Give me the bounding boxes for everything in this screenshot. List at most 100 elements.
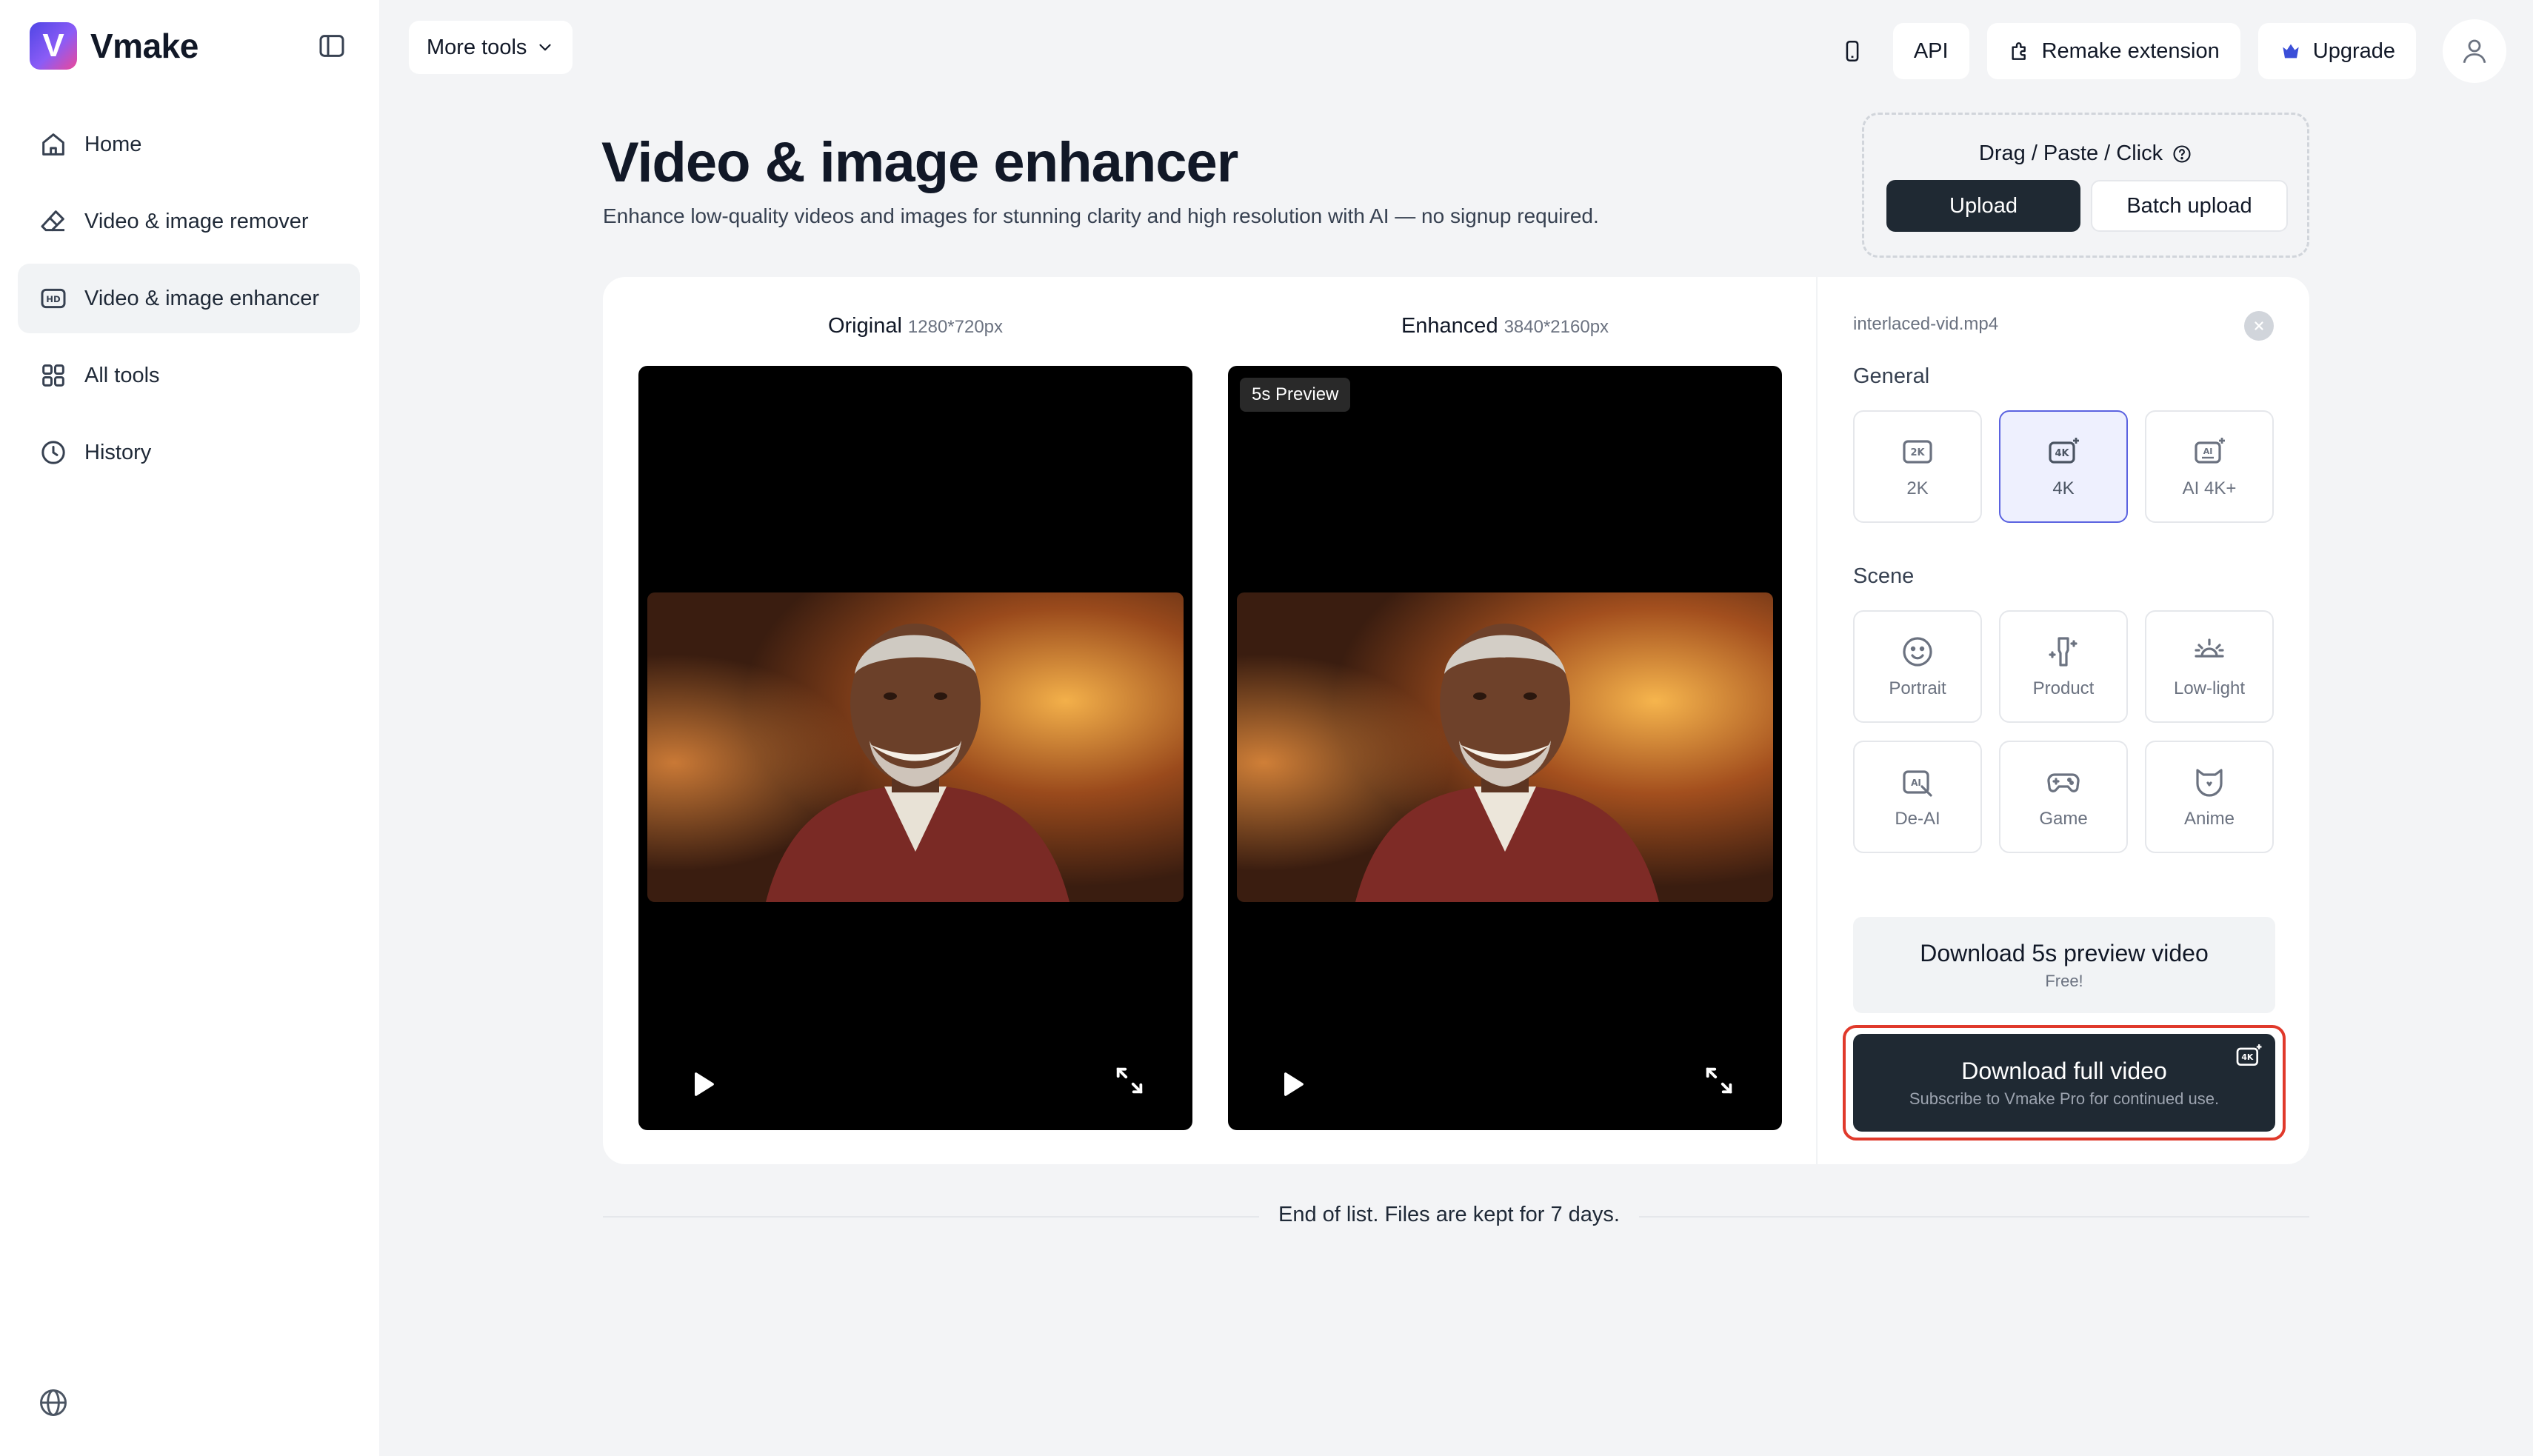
svg-text:AI: AI [1911,778,1921,788]
language-globe-icon[interactable] [37,1386,70,1419]
svg-text:AI: AI [2203,447,2213,456]
scene-game[interactable]: Game [1999,741,2128,853]
option-ai-4k-plus[interactable]: AI AI 4K+ [2145,410,2274,523]
fullscreen-icon[interactable] [1702,1063,1736,1098]
download-full-title: Download full video [1961,1057,2167,1084]
eraser-icon [39,207,68,236]
sidebar-item-label: Video & image remover [84,209,309,233]
ai-ultra-icon: AI [2192,434,2227,478]
sidebar-item-all-tools[interactable]: All tools [18,341,360,410]
sidebar-item-enhancer[interactable]: HD Video & image enhancer [18,264,360,333]
page-subtitle: Enhance low-quality videos and images fo… [603,204,1599,227]
preview-badge: 5s Preview [1240,378,1351,412]
download-preview-button[interactable]: Download 5s preview video Free! [1853,917,2275,1013]
api-button[interactable]: API [1892,23,1969,79]
chevron-down-icon [527,38,555,57]
sidebar-item-label: All tools [84,363,160,387]
svg-text:4K: 4K [2241,1052,2254,1062]
close-icon[interactable] [2244,311,2274,341]
scene-de-ai[interactable]: AI De-AI [1853,741,1982,853]
gamepad-icon [2046,764,2081,809]
download-full-subtitle: Subscribe to Vmake Pro for continued use… [1909,1089,2220,1108]
fullscreen-icon[interactable] [1112,1063,1147,1098]
sidebar-item-label: Video & image enhancer [84,286,320,310]
settings-panel: interlaced-vid.mp4 General 2K 2K 4K 4K A… [1816,277,2309,1164]
anime-icon [2192,764,2227,809]
brand[interactable]: V Vmake [30,22,198,70]
option-label: Game [2039,809,2088,829]
phone-icon [1840,36,1865,66]
batch-upload-button[interactable]: Batch upload [2091,180,2288,232]
original-video-player[interactable] [638,366,1192,1130]
play-icon[interactable] [1277,1069,1306,1099]
upload-button[interactable]: Upload [1886,180,2080,232]
original-label: Original [827,314,902,338]
grid-icon [39,361,68,390]
upload-dropzone[interactable]: Drag / Paste / Click Upload Batch upload [1862,113,2309,258]
sidebar-nav: Home Video & image remover HD Video & im… [18,110,360,495]
option-label: 4K [2052,478,2075,498]
option-label: AI 4K+ [2182,478,2237,498]
download-preview-subtitle: Free! [2045,971,2083,990]
page-title: Video & image enhancer [601,131,1238,194]
sidebar-toggle-icon[interactable] [317,31,347,61]
play-icon[interactable] [687,1069,717,1099]
drag-label: Drag / Paste / Click [1864,141,2307,166]
more-tools-dropdown[interactable]: More tools [409,21,573,74]
enhanced-video-frame [1237,592,1773,902]
sidebar-item-history[interactable]: History [18,418,360,487]
sidebar-item-label: Home [84,132,142,156]
user-avatar[interactable] [2443,19,2506,83]
brand-name: Vmake [90,27,198,65]
api-label: API [1913,39,1949,63]
product-icon [2046,634,2081,678]
remake-extension-label: Remake extension [2041,39,2220,63]
sidebar-item-remover[interactable]: Video & image remover [18,187,360,256]
home-icon [39,130,68,159]
sunrise-icon [2192,634,2227,678]
sidebar-item-home[interactable]: Home [18,110,360,179]
crown-icon [2279,39,2313,63]
upgrade-button[interactable]: Upgrade [2257,23,2416,79]
option-4k[interactable]: 4K 4K [1999,410,2128,523]
svg-text:HD: HD [46,294,61,304]
help-icon[interactable] [2163,144,2192,164]
option-label: Portrait [1889,678,1946,698]
vmake-logo: V [30,22,77,70]
option-label: Product [2032,678,2095,698]
mobile-app-button[interactable] [1829,23,1875,79]
option-label: 2K [1906,478,1929,498]
option-2k[interactable]: 2K 2K [1853,410,1982,523]
file-name: interlaced-vid.mp4 [1853,314,1999,334]
puzzle-icon [2008,39,2042,63]
original-video-frame [647,592,1184,902]
smile-icon [1900,634,1935,678]
hd-icon: HD [39,284,68,313]
upgrade-label: Upgrade [2312,39,2395,63]
user-icon [2459,36,2490,67]
original-dimensions: 1280*720px [907,317,1004,337]
4k-badge-icon: 4K [2234,1041,2263,1071]
scene-product[interactable]: Product [1999,610,2128,723]
enhanced-label: Enhanced [1401,314,1498,338]
scene-low-light[interactable]: Low-light [2145,610,2274,723]
option-label: Anime [2183,809,2235,829]
de-ai-icon: AI [1900,764,1935,809]
download-full-button[interactable]: 4K Download full video Subscribe to Vmak… [1853,1034,2275,1132]
svg-text:2K: 2K [1910,447,1925,458]
download-preview-title: Download 5s preview video [1920,939,2209,966]
general-section-label: General [1853,364,1930,388]
remake-extension-button[interactable]: Remake extension [1986,23,2240,79]
more-tools-label: More tools [427,35,527,59]
2k-icon: 2K [1900,434,1935,478]
option-label: Low-light [2173,678,2246,698]
scene-portrait[interactable]: Portrait [1853,610,1982,723]
scene-anime[interactable]: Anime [2145,741,2274,853]
scene-section-label: Scene [1853,564,1915,588]
sidebar: V Vmake Home Video & image remover HD Vi… [0,0,379,1456]
4k-icon: 4K [2046,434,2081,478]
sidebar-item-label: History [84,440,152,464]
drag-text: Drag / Paste / Click [1978,141,2163,165]
enhanced-video-player[interactable]: 5s Preview [1228,366,1782,1130]
enhancer-card: Original 1280*720px Enhanced 3840*2160px… [603,277,2309,1164]
